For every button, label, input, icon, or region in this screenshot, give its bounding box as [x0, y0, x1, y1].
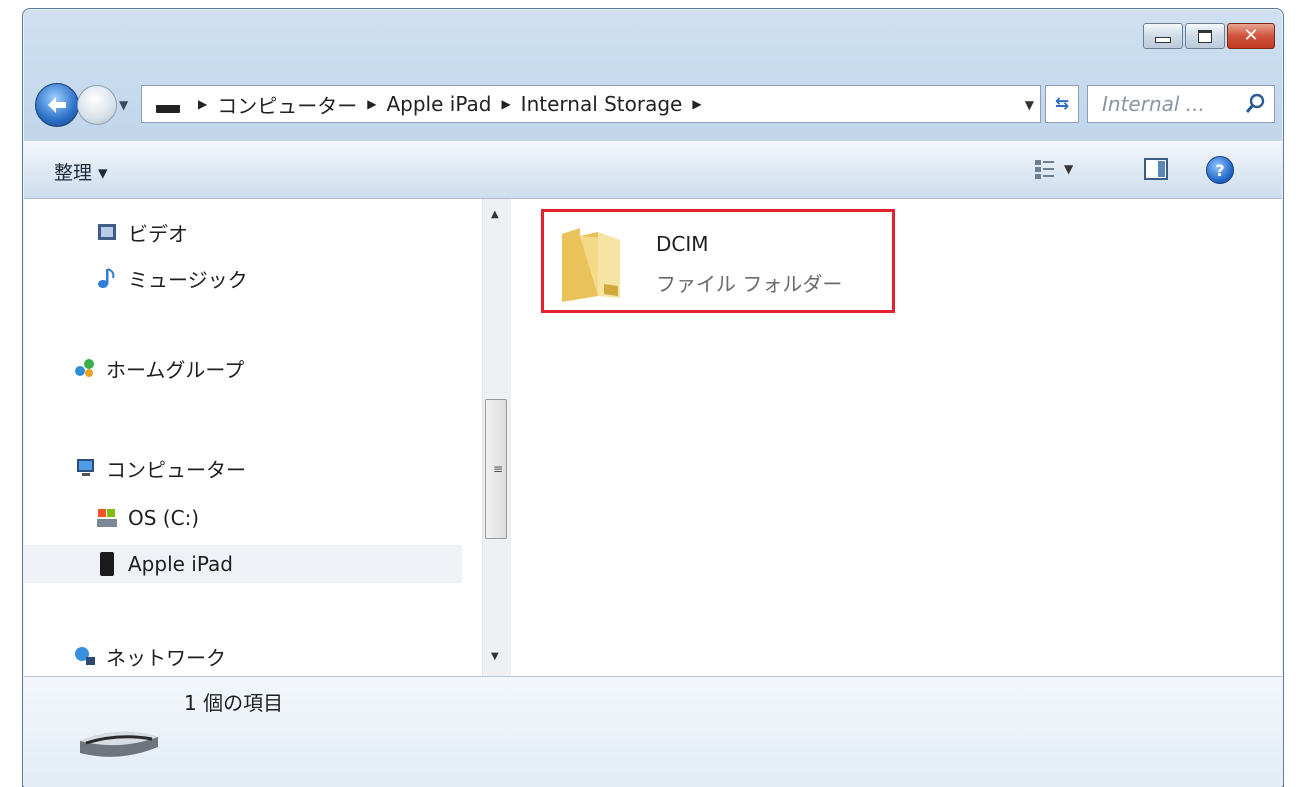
item-count: 1 個の項目 — [184, 691, 284, 715]
network-icon — [74, 645, 96, 667]
chevron-right-icon[interactable]: ▶ — [692, 97, 701, 111]
nav-item-label: OS (C:) — [128, 506, 200, 530]
nav-item-label: ビデオ — [128, 221, 188, 246]
chevron-right-icon[interactable]: ▶ — [501, 97, 510, 111]
explorer-window: ✕ ▼ ▶ コンピューター ▶ Apple iPad ▶ Internal St… — [22, 8, 1284, 787]
scroll-down-arrow-icon[interactable]: ▼ — [491, 651, 499, 662]
music-library-icon — [96, 267, 118, 289]
nav-item-label: ネットワーク — [106, 645, 226, 670]
change-view-button[interactable]: ▼ — [1034, 158, 1073, 180]
maximize-button[interactable] — [1185, 23, 1225, 49]
breadcrumb-apple-ipad[interactable]: Apple iPad — [386, 92, 491, 116]
folder-icon — [562, 228, 620, 302]
search-icon[interactable] — [1244, 93, 1266, 115]
homegroup-icon — [74, 357, 96, 379]
views-icon — [1035, 160, 1054, 179]
folder-type: ファイル フォルダー — [656, 272, 843, 296]
device-icon — [156, 105, 180, 113]
navigation-pane-scrollbar[interactable]: ▲ ≡ ▼ — [482, 199, 511, 676]
chevron-right-icon[interactable]: ▶ — [367, 97, 376, 111]
nav-item-drive-c[interactable]: OS (C:) — [24, 499, 462, 537]
address-dropdown[interactable]: ▼ — [1025, 98, 1034, 112]
nav-item-video[interactable]: ビデオ — [24, 213, 462, 251]
file-list-pane: DCIM ファイル フォルダー — [511, 199, 1282, 676]
command-bar: 整理 ▾ ▼ ? — [24, 141, 1282, 199]
minimize-icon — [1155, 37, 1171, 43]
back-button[interactable] — [35, 83, 79, 127]
nav-item-label: コンピューター — [106, 457, 246, 482]
close-icon: ✕ — [1243, 25, 1259, 46]
nav-item-network[interactable]: ネットワーク — [24, 637, 462, 675]
nav-item-apple-ipad[interactable]: Apple iPad — [24, 545, 462, 583]
details-pane: 1 個の項目 — [24, 676, 1282, 787]
video-library-icon — [96, 221, 118, 243]
close-button[interactable]: ✕ — [1227, 23, 1275, 49]
navigation-bar: ▼ ▶ コンピューター ▶ Apple iPad ▶ Internal Stor… — [35, 81, 1275, 129]
refresh-icon: ⇆ — [1054, 94, 1070, 114]
address-bar[interactable]: ▶ コンピューター ▶ Apple iPad ▶ Internal Storag… — [141, 85, 1041, 123]
device-large-icon — [80, 731, 158, 757]
nav-item-label: ホームグループ — [106, 357, 245, 382]
ipad-icon — [96, 552, 118, 576]
nav-item-homegroup[interactable]: ホームグループ — [24, 349, 462, 387]
navigation-pane: ビデオ ミュージック ホームグループ コンピューター OS (C:) Apple… — [24, 199, 482, 676]
search-input[interactable]: Internal ... — [1102, 92, 1205, 116]
drive-icon — [96, 507, 118, 529]
nav-item-computer[interactable]: コンピューター — [24, 449, 462, 487]
nav-item-music[interactable]: ミュージック — [24, 259, 462, 297]
folder-name: DCIM — [656, 232, 709, 256]
grip-icon: ≡ — [493, 462, 504, 476]
preview-pane-button[interactable] — [1144, 158, 1168, 184]
organize-menu[interactable]: 整理 ▾ — [54, 158, 108, 185]
recent-pages-dropdown[interactable]: ▼ — [119, 98, 128, 112]
refresh-button[interactable]: ⇆ — [1045, 85, 1079, 123]
search-box[interactable]: Internal ... — [1087, 85, 1275, 123]
caption-buttons: ✕ — [1141, 23, 1275, 49]
computer-icon — [74, 457, 96, 479]
folder-item-dcim[interactable]: DCIM ファイル フォルダー — [541, 209, 895, 313]
maximize-icon — [1198, 29, 1212, 43]
breadcrumb-internal-storage[interactable]: Internal Storage — [521, 92, 683, 116]
help-icon: ? — [1215, 160, 1225, 180]
scrollbar-thumb[interactable]: ≡ — [485, 399, 507, 539]
help-button[interactable]: ? — [1206, 156, 1234, 184]
preview-pane-icon — [1144, 158, 1168, 180]
chevron-right-icon[interactable]: ▶ — [198, 97, 207, 111]
minimize-button[interactable] — [1143, 23, 1183, 49]
back-arrow-icon — [48, 97, 66, 113]
scroll-up-arrow-icon[interactable]: ▲ — [491, 209, 499, 220]
views-dropdown-icon: ▼ — [1064, 162, 1074, 176]
breadcrumb-computer[interactable]: コンピューター — [217, 90, 357, 119]
nav-item-label: ミュージック — [128, 267, 248, 292]
forward-button[interactable] — [77, 85, 117, 125]
nav-item-label: Apple iPad — [128, 552, 233, 576]
